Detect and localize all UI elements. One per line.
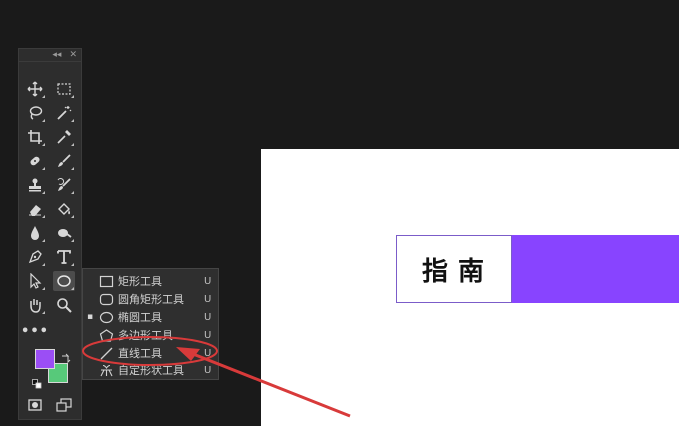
more-tools-button[interactable]: ••• (21, 321, 49, 341)
flyout-item-shortcut: U (204, 329, 212, 341)
flyout-item-shortcut: U (204, 275, 212, 287)
paint-bucket-icon (58, 203, 71, 215)
blur-icon (31, 226, 39, 240)
screen-mode-icon (56, 398, 72, 412)
flyout-item-line[interactable]: 直线工具 U (83, 345, 218, 361)
flyout-item-custom-shape[interactable]: 自定形状工具 U (83, 362, 218, 378)
flyout-item-rounded-rectangle[interactable]: 圆角矩形工具 U (83, 291, 218, 307)
type-icon (57, 250, 71, 264)
stamp-tool[interactable] (24, 175, 46, 195)
pen-icon (28, 250, 42, 264)
path-select-tool[interactable] (24, 271, 46, 291)
lasso-icon (29, 106, 43, 120)
type-tool[interactable] (53, 247, 75, 267)
line-icon (97, 346, 115, 360)
polygon-icon (97, 328, 115, 342)
magic-wand-icon (57, 106, 72, 120)
flyout-item-label: 自定形状工具 (118, 364, 184, 377)
custom-shape-icon (97, 363, 115, 377)
marquee-tool[interactable] (53, 79, 75, 99)
crop-icon (28, 130, 42, 144)
zoom-tool[interactable] (53, 295, 75, 315)
healing-brush-icon (30, 156, 40, 166)
hand-icon (30, 299, 41, 313)
flyout-item-label: 椭圆工具 (118, 311, 162, 324)
flyout-item-shortcut: U (204, 347, 212, 359)
move-tool[interactable] (24, 79, 46, 99)
canvas-title: 指南 (421, 256, 494, 287)
selected-mark: ▪ (86, 312, 94, 322)
lasso-tool[interactable] (24, 103, 46, 123)
flyout-item-polygon[interactable]: 多边形工具 U (83, 327, 218, 343)
stamp-icon (29, 178, 41, 192)
dodge-icon (58, 229, 72, 238)
blur-tool[interactable] (24, 223, 46, 243)
hand-tool[interactable] (24, 295, 46, 315)
title-box: 指南 (396, 235, 512, 303)
quick-mask-tool[interactable] (24, 395, 46, 415)
screen-mode-tool[interactable] (53, 395, 75, 415)
zoom-icon (57, 298, 72, 313)
flyout-item-label: 多边形工具 (118, 329, 173, 342)
paint-bucket-tool[interactable] (53, 199, 75, 219)
foreground-color-swatch[interactable] (35, 349, 55, 369)
crop-tool[interactable] (24, 127, 46, 147)
flyout-item-rectangle[interactable]: 矩形工具 U (83, 273, 218, 289)
pen-tool[interactable] (24, 247, 46, 267)
move-icon (27, 81, 43, 97)
marquee-icon (57, 83, 71, 95)
ellipse-icon (97, 310, 115, 324)
flyout-item-shortcut: U (204, 311, 212, 323)
history-brush-icon (57, 177, 71, 191)
rectangle-icon (97, 274, 115, 288)
magic-wand-tool[interactable] (53, 103, 75, 123)
eyedropper-icon (57, 130, 71, 144)
path-select-icon (30, 273, 42, 289)
tools-panel: ◂◂ ✕ ••• (18, 48, 82, 420)
eraser-icon (29, 205, 41, 216)
ellipse-tool[interactable] (53, 271, 75, 291)
flyout-item-shortcut: U (204, 293, 212, 305)
brush-icon (58, 154, 71, 167)
flyout-item-label: 矩形工具 (118, 275, 162, 288)
history-brush-tool[interactable] (53, 175, 75, 195)
document-canvas[interactable]: 指南 (261, 149, 679, 426)
close-icon[interactable]: ✕ (69, 50, 77, 60)
brush-tool[interactable] (53, 151, 75, 171)
default-colors-icon[interactable] (32, 374, 42, 389)
eyedropper-tool[interactable] (53, 127, 75, 147)
flyout-item-shortcut: U (204, 364, 212, 376)
flyout-item-label: 直线工具 (118, 347, 162, 360)
photoshop-workspace: ◂◂ ✕ ••• 矩形工具 U 圆角矩形工具 U ▪ 椭圆工具 U 多边形工具 … (0, 0, 679, 426)
tools-panel-header: ◂◂ ✕ (19, 49, 81, 62)
healing-brush-tool[interactable] (24, 151, 46, 171)
quick-mask-icon (28, 399, 42, 411)
dodge-tool[interactable] (53, 223, 75, 243)
ellipse-icon (57, 275, 71, 287)
swap-colors-icon[interactable] (61, 348, 71, 364)
shape-tools-flyout: 矩形工具 U 圆角矩形工具 U ▪ 椭圆工具 U 多边形工具 U 直线工具 U (82, 268, 219, 380)
double-arrow-icon[interactable]: ◂◂ (52, 50, 61, 60)
flyout-item-label: 圆角矩形工具 (118, 293, 184, 306)
flyout-item-ellipse[interactable]: ▪ 椭圆工具 U (83, 309, 218, 325)
purple-rectangle (512, 235, 679, 303)
eraser-tool[interactable] (24, 199, 46, 219)
rounded-rectangle-icon (97, 292, 115, 306)
more-dots: ••• (21, 323, 49, 339)
